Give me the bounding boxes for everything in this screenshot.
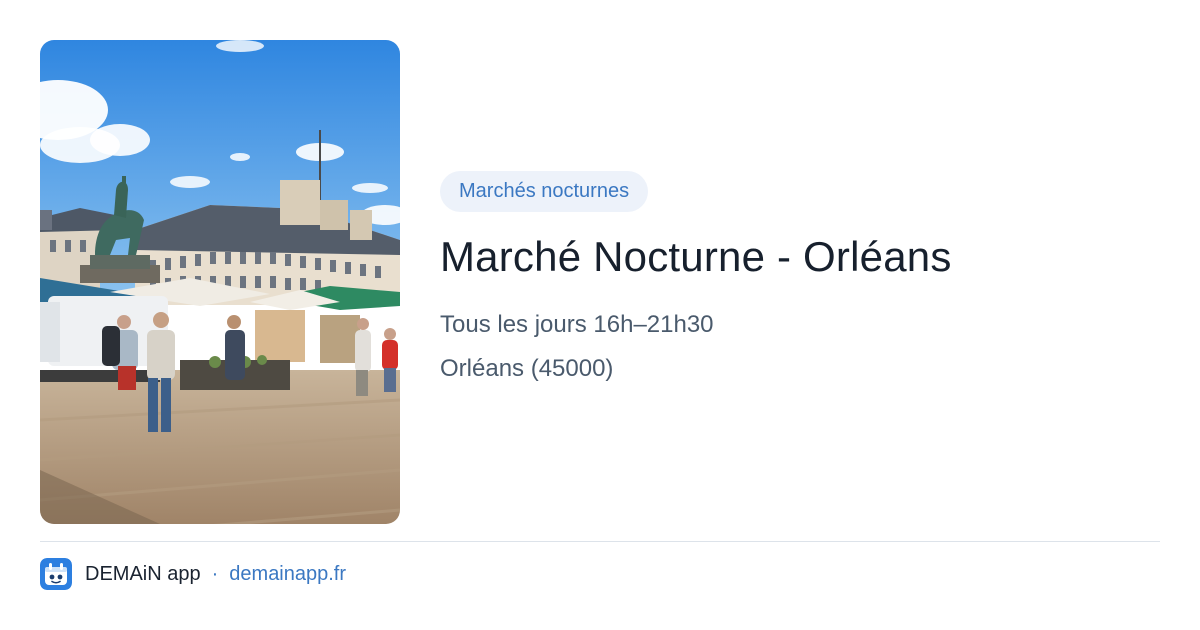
event-info: Marchés nocturnes Marché Nocturne - Orlé… — [440, 171, 1160, 384]
event-location: Orléans (45000) — [440, 355, 614, 382]
app-logo-icon — [40, 558, 72, 590]
event-schedule: Tous les jours 16h–21h30 — [440, 311, 714, 338]
app-website-link[interactable]: demainapp.fr — [229, 563, 346, 586]
footer: DEMAiN app · demainapp.fr — [40, 558, 346, 590]
footer-separator: · — [211, 562, 219, 585]
event-title[interactable]: Marché Nocturne - Orléans — [440, 231, 1160, 283]
footer-divider — [40, 541, 1160, 542]
category-tag[interactable]: Marchés nocturnes — [440, 171, 649, 212]
event-photo — [40, 40, 400, 524]
app-name: DEMAiN app — [85, 562, 201, 585]
